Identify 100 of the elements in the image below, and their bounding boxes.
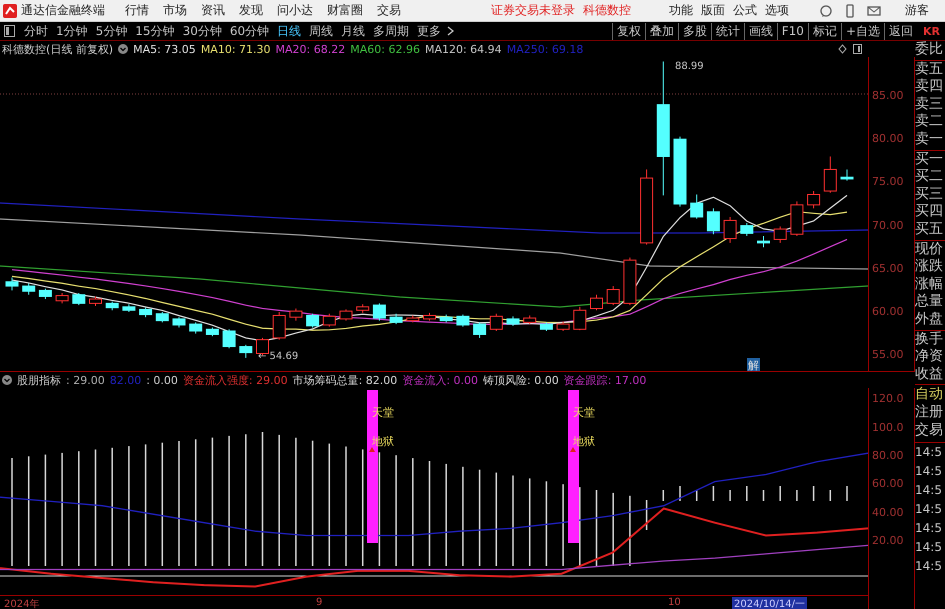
axis-label: 120.0 xyxy=(872,392,904,406)
dropdown-icon[interactable] xyxy=(118,44,128,54)
logo-icon[interactable] xyxy=(3,4,17,18)
notice-text: 证券交易未登录 xyxy=(491,2,575,19)
side-tab[interactable]: KR xyxy=(917,24,945,38)
candle xyxy=(573,306,586,331)
toolbar-button[interactable]: +自选 xyxy=(840,22,884,40)
candle xyxy=(740,222,754,236)
date-label: 2024年 xyxy=(4,598,40,609)
time-label: 14:5 xyxy=(915,558,943,576)
indicator-value: MA250: 69.18 xyxy=(506,42,584,56)
candle xyxy=(824,156,837,194)
menu-item[interactable]: 公式 xyxy=(733,2,757,19)
candle xyxy=(406,314,420,323)
menu-item[interactable]: 行情 xyxy=(125,2,149,19)
menu-item[interactable]: 市场 xyxy=(163,2,187,19)
menu-item[interactable]: 交易 xyxy=(377,2,401,19)
candle xyxy=(89,296,102,306)
candle xyxy=(22,283,36,296)
diamond-icon[interactable] xyxy=(838,44,847,54)
axis-label: 75.00 xyxy=(872,175,904,188)
indicator-value: MA20: 68.22 xyxy=(276,42,346,56)
indicator-value: MA60: 62.96 xyxy=(350,42,420,56)
period-tab[interactable]: 多周期 xyxy=(370,22,412,40)
toolbar-button[interactable]: 叠加 xyxy=(644,22,678,40)
axis-label: 80.00 xyxy=(872,132,904,146)
menu-item[interactable]: 版面 xyxy=(701,2,725,19)
candle xyxy=(222,328,236,349)
date-label: 2024/10/14/一 xyxy=(732,597,808,609)
indicator-value: MA10: 71.30 xyxy=(200,42,271,56)
axis-label: 80.00 xyxy=(872,449,904,462)
axis-label: 85.00 xyxy=(872,89,904,102)
arrow-icon xyxy=(369,447,375,452)
action-link[interactable]: 交易 xyxy=(915,421,945,440)
menu-item[interactable]: 选项 xyxy=(765,2,789,19)
menu-item[interactable]: 发现 xyxy=(239,2,263,19)
menu-item[interactable]: 财富圈 xyxy=(327,2,363,19)
axis-label: 60.00 xyxy=(872,477,904,490)
chat-icon[interactable] xyxy=(819,4,833,18)
menu-item[interactable]: 资讯 xyxy=(201,2,225,19)
candle xyxy=(623,257,636,306)
period-tab[interactable]: 30分钟 xyxy=(180,22,225,40)
quote-label: 卖三 xyxy=(915,96,944,114)
period-tab[interactable]: 5分钟 xyxy=(92,22,130,40)
quote-label: 净资 xyxy=(915,348,944,366)
candle xyxy=(272,312,286,340)
dropdown-icon[interactable] xyxy=(2,375,12,385)
axis-label: 65.00 xyxy=(872,262,904,275)
candle xyxy=(690,194,704,220)
quote-label: 卖四 xyxy=(915,78,944,96)
period-tab[interactable]: 1分钟 xyxy=(53,22,91,40)
menu-item[interactable]: 问小达 xyxy=(277,2,313,19)
quote-label: 收益 xyxy=(915,366,944,384)
toolbar-button[interactable]: 返回 xyxy=(884,22,917,40)
time-label: 14:5 xyxy=(915,501,943,518)
period-tab[interactable]: 日线 xyxy=(274,22,304,40)
period-tab[interactable]: 15分钟 xyxy=(132,22,178,40)
candle xyxy=(724,216,737,244)
action-link[interactable]: 自动 xyxy=(915,385,945,404)
price-label: ← 54.69 xyxy=(258,351,298,362)
user-link[interactable]: 游客 xyxy=(905,2,929,19)
chart-title: 科德数控(日线 前复权) xyxy=(2,42,114,56)
period-tab[interactable]: 更多 xyxy=(414,22,444,40)
chevron-right-icon[interactable] xyxy=(447,26,454,36)
period-tab[interactable]: 60分钟 xyxy=(226,22,272,40)
candle xyxy=(556,321,570,332)
candle xyxy=(289,308,302,322)
candle xyxy=(674,136,686,208)
candle xyxy=(322,313,336,328)
candle xyxy=(506,316,520,326)
candle xyxy=(172,316,186,328)
toolbar-button[interactable]: 标记 xyxy=(808,22,841,40)
period-tab[interactable]: 月线 xyxy=(338,22,368,40)
menu-item[interactable]: 功能 xyxy=(669,2,693,19)
toolbar-button[interactable]: 复权 xyxy=(612,22,645,40)
period-tab[interactable]: 分时 xyxy=(21,22,51,40)
candle xyxy=(189,322,202,334)
candle xyxy=(156,312,169,323)
indicator-value: 铸顶风险: 0.00 xyxy=(483,372,559,388)
period-tab[interactable]: 周线 xyxy=(306,22,336,40)
toolbar-button[interactable]: 多股 xyxy=(678,22,711,40)
candle xyxy=(56,292,69,304)
toolbar-button[interactable]: 统计 xyxy=(710,22,744,40)
toolbar-button[interactable]: F10 xyxy=(776,22,808,40)
indicator-value: 市场筹码总量: 82.00 xyxy=(292,372,398,388)
quote-label: 委比 xyxy=(915,41,944,59)
indicator-value: 82.00 xyxy=(110,374,142,386)
panel-toggle-icon[interactable] xyxy=(4,25,15,37)
axis-label: 100.0 xyxy=(872,420,904,434)
axis-label: 55.00 xyxy=(872,348,904,362)
quote-label: 买三 xyxy=(915,186,944,204)
panel-icon[interactable] xyxy=(853,44,862,54)
action-link[interactable]: 注册 xyxy=(915,403,945,422)
candle xyxy=(206,327,219,337)
toolbar-button[interactable]: 画线 xyxy=(744,22,777,40)
axis-label: 60.00 xyxy=(872,305,904,318)
mail-icon[interactable] xyxy=(867,4,881,18)
candle xyxy=(540,322,553,332)
indicator-value: MA120: 64.94 xyxy=(424,42,502,56)
quote-label: 买四 xyxy=(915,203,944,221)
